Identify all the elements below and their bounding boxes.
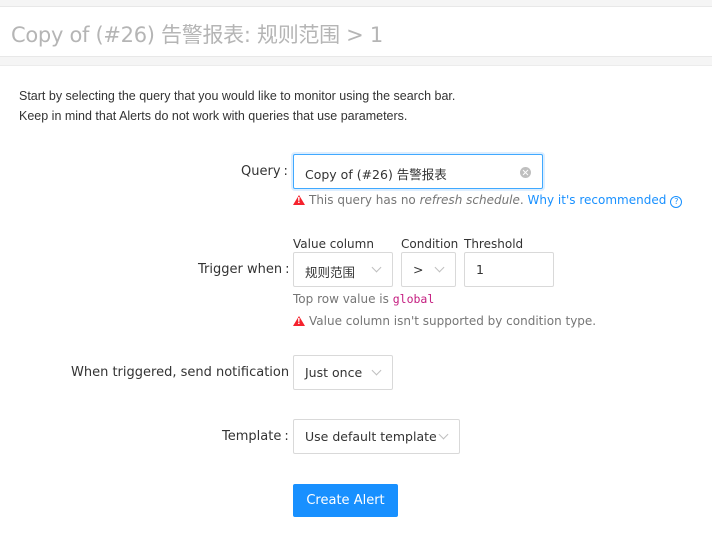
template-select[interactable]: Use default template — [293, 419, 460, 454]
warning-icon — [293, 195, 305, 205]
query-label: Query: — [241, 164, 288, 179]
top-row-value: global — [392, 292, 435, 306]
intro-line-2: Keep in mind that Alerts do not work wit… — [19, 109, 408, 123]
why-recommended-link[interactable]: Why it's recommended — [528, 193, 667, 207]
warning-icon — [293, 316, 305, 326]
notification-select[interactable]: Just once — [293, 355, 393, 390]
condition-label: Condition — [401, 237, 459, 251]
query-warning: This query has no refresh schedule. Why … — [293, 193, 683, 208]
chevron-down-icon — [371, 262, 382, 273]
query-search-input[interactable]: Copy of (#26) 告警报表 — [293, 154, 543, 189]
top-row-hint: Top row value is global — [293, 292, 435, 306]
trigger-label: Trigger when: — [198, 262, 290, 277]
value-column-select[interactable]: 规则范围 — [293, 252, 393, 287]
chevron-down-icon — [434, 262, 445, 273]
chevron-down-icon — [438, 429, 449, 440]
intro-line-1: Start by selecting the query that you wo… — [19, 89, 456, 103]
query-value: Copy of (#26) 告警报表 — [305, 167, 447, 182]
page-title[interactable]: Copy of (#26) 告警报表: 规则范围 > 1 — [11, 19, 383, 49]
threshold-input[interactable]: 1 — [464, 252, 554, 287]
alert-form-card: Start by selecting the query that you wo… — [0, 65, 712, 553]
condition-warning: Value column isn't supported by conditio… — [293, 314, 596, 328]
page-header: Copy of (#26) 告警报表: 规则范围 > 1 — [0, 6, 712, 57]
template-label: Template: — [222, 429, 289, 444]
create-alert-button[interactable]: Create Alert — [293, 484, 398, 517]
threshold-label: Threshold — [464, 237, 524, 251]
value-column-label: Value column — [293, 237, 374, 251]
notification-label: When triggered, send notification: — [71, 365, 296, 380]
question-icon[interactable]: ? — [670, 196, 683, 208]
chevron-down-icon — [371, 365, 382, 376]
intro-text: Start by selecting the query that you wo… — [19, 86, 455, 126]
condition-select[interactable]: > — [401, 252, 456, 287]
clear-icon[interactable] — [520, 167, 531, 178]
